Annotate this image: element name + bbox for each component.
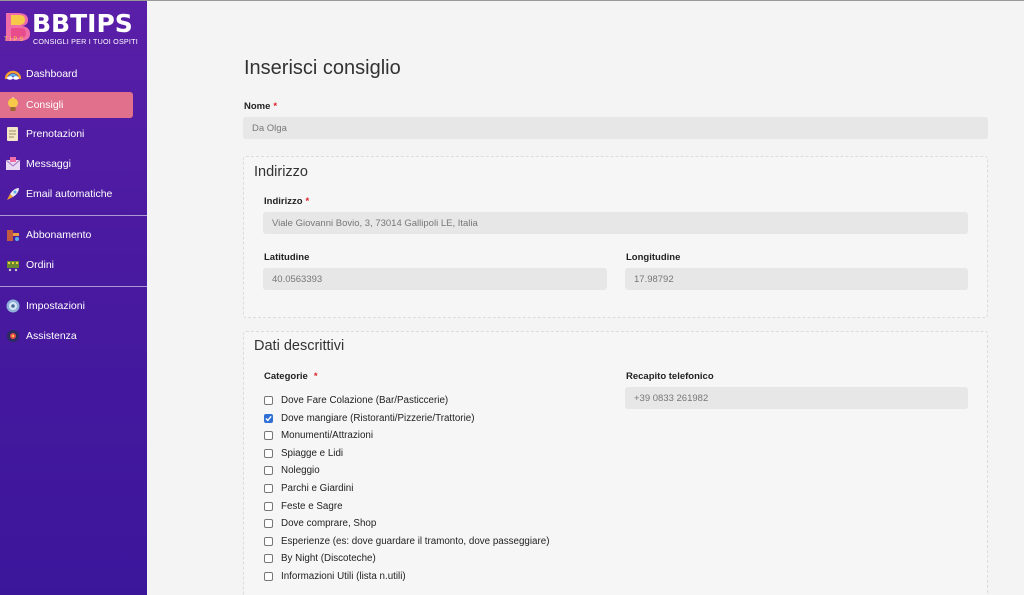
- category-label: Spiagge e Lidi: [281, 447, 344, 459]
- brand-logo[interactable]: BBTIPS TIPS CONSIGLI PER I TUOI OSPITI: [2, 9, 142, 49]
- rainbow-icon: [4, 66, 21, 83]
- brand-tagline: CONSIGLI PER I TUOI OSPITI: [33, 37, 138, 46]
- envelope-icon: [4, 156, 21, 173]
- checkbox[interactable]: [264, 518, 273, 528]
- category-label: Dove mangiare (Ristoranti/Pizzerie/Tratt…: [281, 412, 475, 424]
- sidebar-item-messaggi[interactable]: Messaggi: [0, 151, 147, 177]
- sidebar-item-consigli[interactable]: Consigli: [0, 92, 133, 118]
- lightbulb-icon: [4, 97, 21, 114]
- sidebar-item-label: Messaggi: [26, 158, 71, 170]
- required-marker: *: [305, 196, 310, 207]
- page-title: Inserisci consiglio: [244, 57, 401, 79]
- indirizzo-legend: Indirizzo: [254, 164, 308, 180]
- gear-icon: [4, 298, 21, 315]
- latitudine-input[interactable]: 40.0563393: [263, 268, 607, 290]
- longitudine-label: Longitudine: [626, 252, 681, 263]
- category-label: Dove comprare, Shop: [281, 517, 377, 529]
- cart-icon: [4, 257, 21, 274]
- sidebar-item-label: Assistenza: [26, 330, 77, 342]
- category-option[interactable]: Noleggio: [264, 463, 320, 477]
- nome-input[interactable]: Da Olga: [243, 117, 988, 139]
- nome-label: Nome *: [244, 101, 277, 112]
- document-icon: [4, 126, 21, 143]
- sidebar-item-label: Prenotazioni: [26, 128, 85, 140]
- checkmark-icon: [265, 415, 272, 421]
- category-option[interactable]: Esperienze (es: dove guardare il tramont…: [264, 534, 549, 548]
- checkbox[interactable]: [264, 395, 273, 405]
- sidebar-item-prenotazioni[interactable]: Prenotazioni: [0, 121, 147, 147]
- category-label: Feste e Sagre: [281, 500, 343, 512]
- sidebar-divider: [0, 286, 147, 287]
- brand-name: BBTIPS: [32, 9, 133, 38]
- brand-mark-text: TIPS: [4, 37, 26, 43]
- checkbox[interactable]: [264, 553, 273, 563]
- sidebar-item-label: Dashboard: [26, 68, 78, 80]
- sidebar-divider: [0, 215, 147, 216]
- latitudine-label: Latitudine: [264, 252, 310, 263]
- sidebar-item-email-automatiche[interactable]: Email automatiche: [0, 181, 147, 207]
- indirizzo-fieldset: Indirizzo Indirizzo * Viale Giovanni Bovi…: [243, 156, 988, 318]
- sidebar-item-ordini[interactable]: Ordini: [0, 252, 147, 278]
- category-option[interactable]: Dove mangiare (Ristoranti/Pizzerie/Tratt…: [264, 411, 474, 425]
- indirizzo-input-value: Viale Giovanni Bovio, 3, 73014 Gallipoli…: [272, 217, 478, 229]
- indirizzo-label-text: Indirizzo: [264, 196, 303, 207]
- rocket-icon: [4, 186, 21, 203]
- sidebar-item-label: Email automatiche: [26, 188, 113, 200]
- category-label: Noleggio: [281, 464, 320, 476]
- sidebar-item-label: Abbonamento: [26, 229, 92, 241]
- checkbox[interactable]: [264, 483, 273, 493]
- sidebar-item-dashboard[interactable]: Dashboard: [0, 61, 147, 87]
- nome-input-value: Da Olga: [252, 122, 287, 134]
- checkbox[interactable]: [264, 501, 273, 511]
- required-marker: *: [273, 101, 278, 112]
- category-label: Parchi e Giardini: [281, 482, 354, 494]
- checkbox[interactable]: [264, 536, 273, 546]
- checkbox[interactable]: [264, 430, 273, 440]
- checkbox[interactable]: [264, 571, 273, 581]
- sidebar-item-impostazioni[interactable]: Impostazioni: [0, 293, 147, 319]
- category-option[interactable]: Parchi e Giardini: [264, 481, 353, 495]
- category-label: Esperienze (es: dove guardare il tramont…: [281, 535, 550, 547]
- checkbox-checked[interactable]: [264, 413, 273, 423]
- category-label: Informazioni Utili (lista n.utili): [281, 570, 406, 582]
- sidebar-item-label: Impostazioni: [26, 300, 85, 312]
- latitudine-input-value: 40.0563393: [272, 273, 323, 285]
- support-icon: [4, 328, 21, 345]
- recapito-label: Recapito telefonico: [626, 371, 714, 382]
- categorie-label: Categorie *: [264, 371, 318, 382]
- sidebar: BBTIPS TIPS CONSIGLI PER I TUOI OSPITI D…: [0, 1, 147, 595]
- longitudine-input[interactable]: 17.98792: [625, 268, 968, 290]
- tap-icon: [4, 227, 21, 244]
- category-option[interactable]: Feste e Sagre: [264, 499, 343, 513]
- sidebar-item-label: Ordini: [26, 259, 55, 271]
- category-option[interactable]: Monumenti/Attrazioni: [264, 428, 373, 442]
- sidebar-item-label: Consigli: [26, 99, 64, 111]
- category-option[interactable]: Spiagge e Lidi: [264, 446, 343, 460]
- sidebar-item-abbonamento[interactable]: Abbonamento: [0, 222, 147, 248]
- checkbox[interactable]: [264, 448, 273, 458]
- category-label: By Night (Discoteche): [281, 552, 376, 564]
- recapito-input[interactable]: +39 0833 261982: [625, 387, 968, 409]
- dati-descrittivi-legend: Dati descrittivi: [254, 338, 345, 354]
- category-option[interactable]: Informazioni Utili (lista n.utili): [264, 569, 406, 583]
- longitudine-input-value: 17.98792: [634, 273, 674, 285]
- category-option[interactable]: By Night (Discoteche): [264, 551, 376, 565]
- category-option[interactable]: Dove Fare Colazione (Bar/Pasticcerie): [264, 393, 448, 407]
- main-content: Inserisci consiglio Nome * Da Olga Indiri…: [147, 1, 1024, 595]
- category-label: Dove Fare Colazione (Bar/Pasticcerie): [281, 394, 449, 406]
- indirizzo-input[interactable]: Viale Giovanni Bovio, 3, 73014 Gallipoli…: [263, 212, 968, 234]
- required-marker: *: [313, 371, 318, 382]
- category-option[interactable]: Dove comprare, Shop: [264, 516, 376, 530]
- nome-label-text: Nome: [244, 101, 271, 112]
- indirizzo-label: Indirizzo *: [264, 196, 309, 207]
- categorie-label-text: Categorie: [264, 371, 308, 382]
- checkbox[interactable]: [264, 465, 273, 475]
- category-label: Monumenti/Attrazioni: [281, 429, 374, 441]
- recapito-input-value: +39 0833 261982: [634, 392, 709, 404]
- sidebar-item-assistenza[interactable]: Assistenza: [0, 323, 147, 349]
